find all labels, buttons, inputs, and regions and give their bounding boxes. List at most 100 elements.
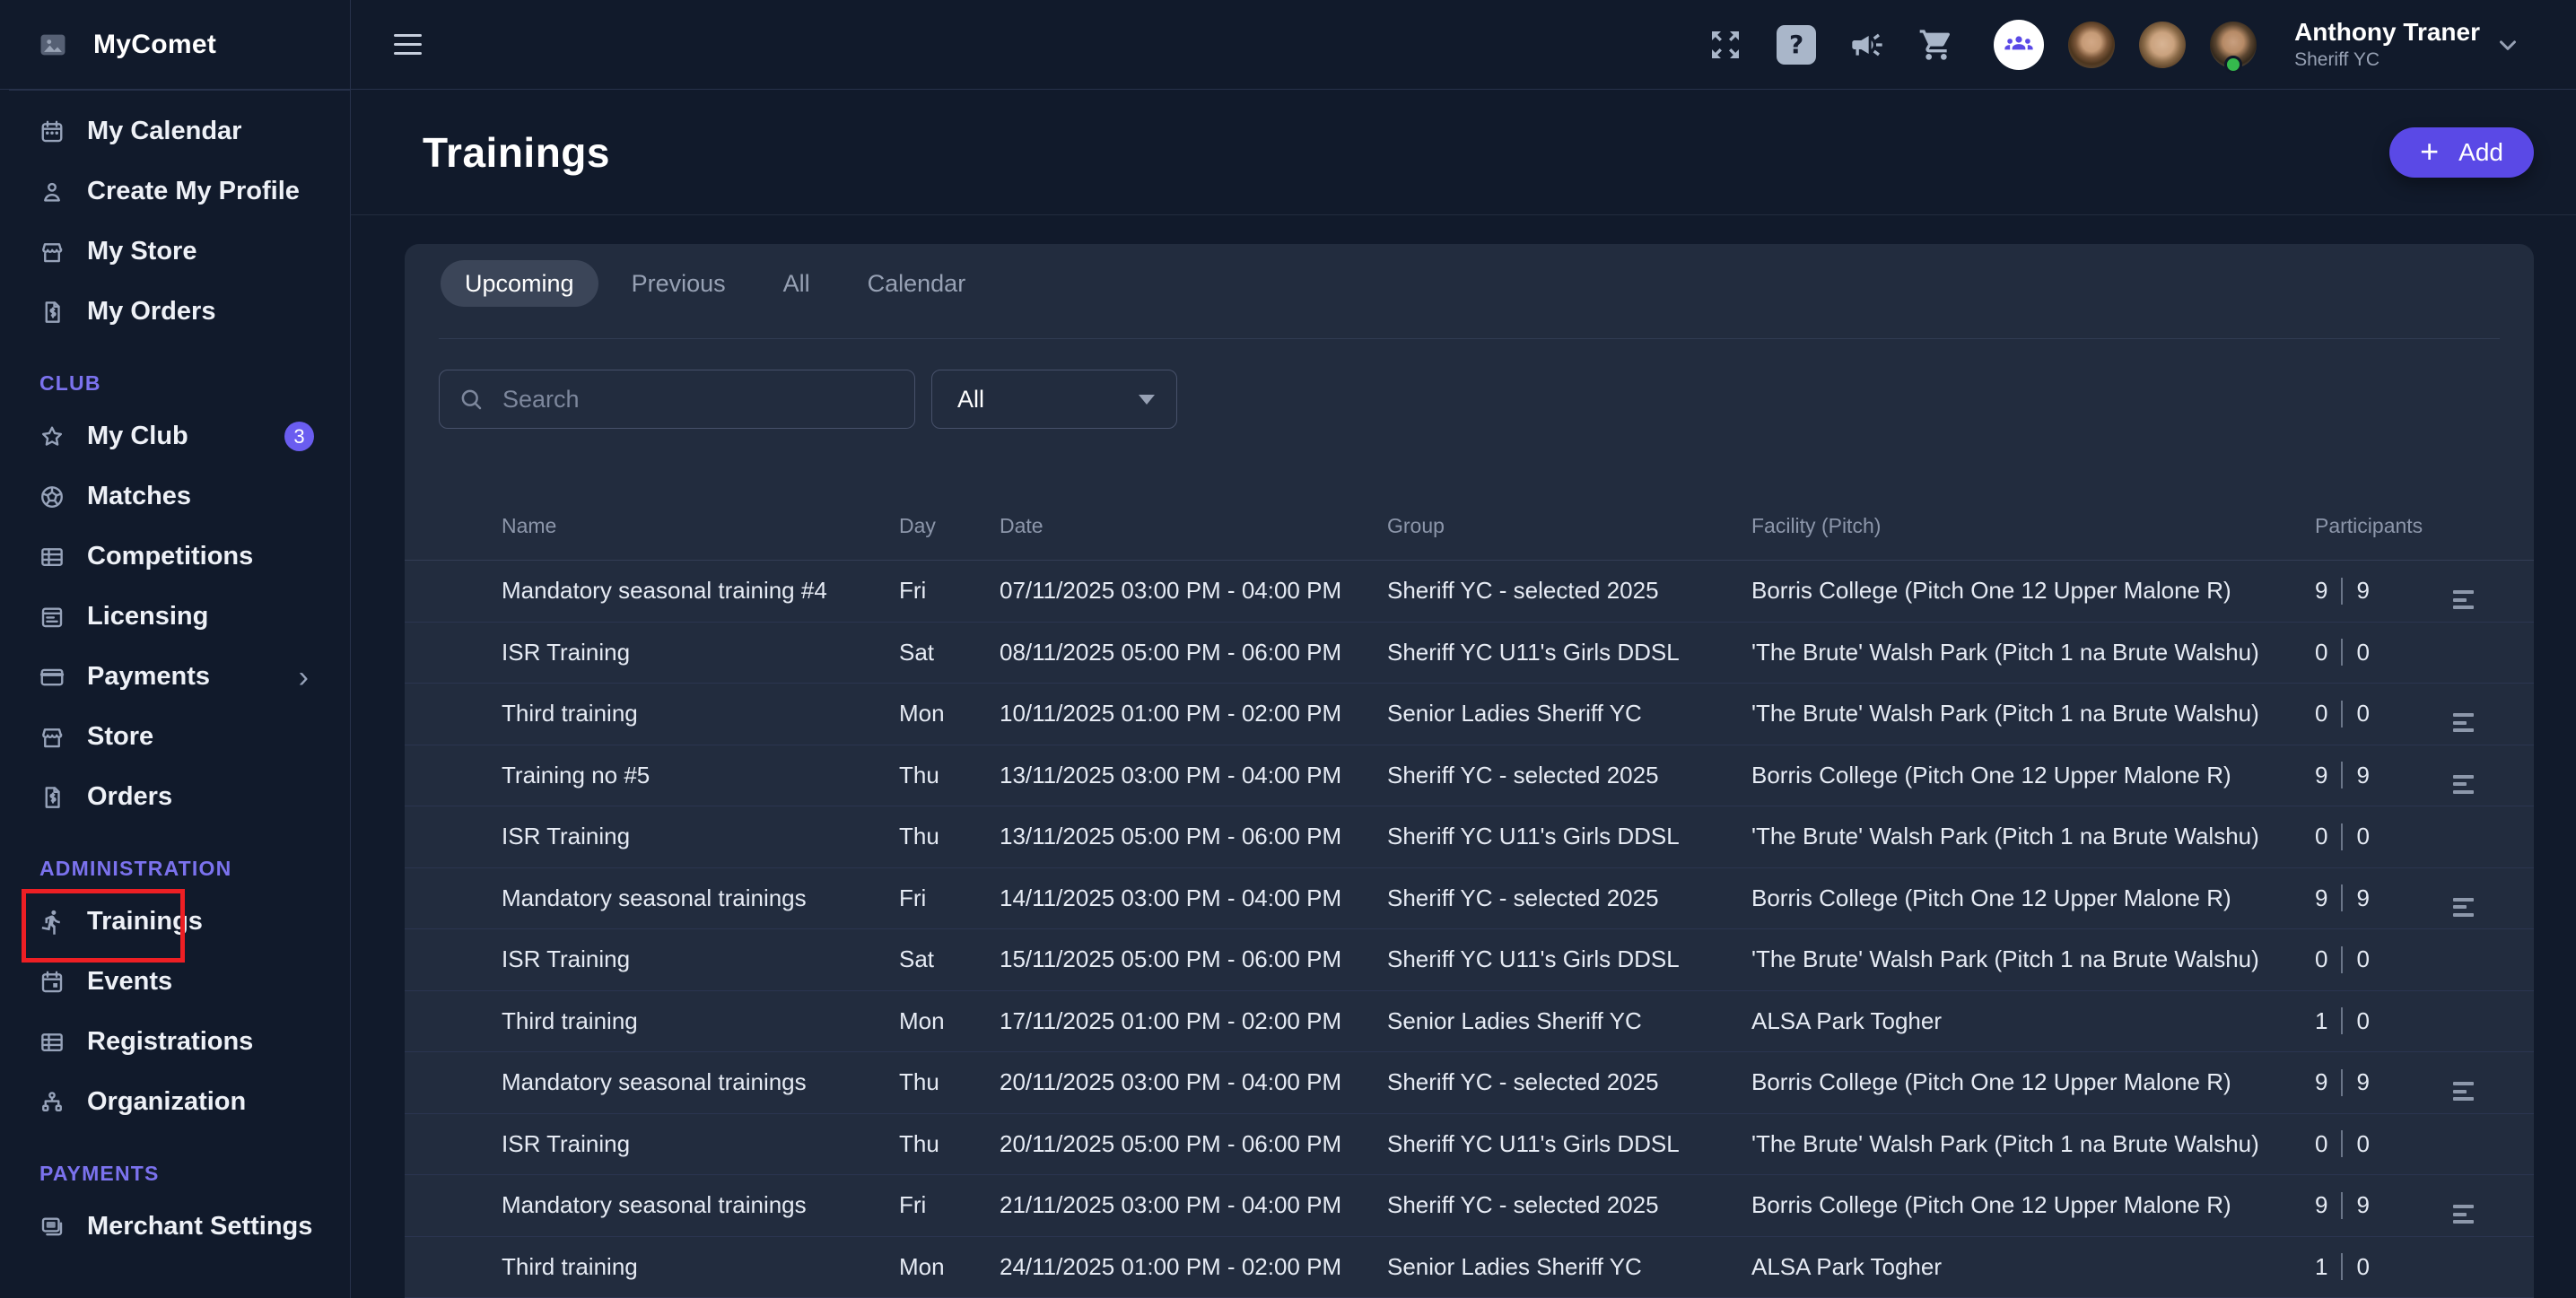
user-avatar-2[interactable]: [2139, 22, 2186, 68]
row-menu-icon[interactable]: [2453, 713, 2474, 732]
search-icon: [458, 386, 485, 413]
cell-day: Fri: [899, 577, 1000, 605]
cell-name: Training no #5: [502, 762, 899, 789]
cart-icon[interactable]: [1918, 27, 1954, 63]
user-menu[interactable]: Anthony Traner Sheriff YC: [2294, 18, 2521, 71]
cell-date: 17/11/2025 01:00 PM - 02:00 PM: [1000, 1007, 1387, 1035]
card-icon: [39, 664, 65, 691]
user-avatar-3[interactable]: [2210, 22, 2257, 68]
tab-calendar[interactable]: Calendar: [843, 260, 991, 307]
table-row[interactable]: Third training Mon 10/11/2025 01:00 PM -…: [405, 684, 2534, 745]
announcements-icon[interactable]: [1849, 27, 1885, 63]
page-header: Trainings + Add: [351, 90, 2576, 215]
column-header-name: Name: [502, 514, 899, 538]
receipt-icon: [39, 299, 65, 326]
sidebar: MyComet My Calendar › Create My Profile …: [0, 0, 351, 1298]
sidebar-item-competitions[interactable]: Competitions ›: [0, 527, 350, 587]
table-row[interactable]: Mandatory seasonal trainings Fri 21/11/2…: [405, 1175, 2534, 1237]
cell-facility: 'The Brute' Walsh Park (Pitch 1 na Brute…: [1751, 700, 2315, 727]
app-window: MyComet My Calendar › Create My Profile …: [0, 0, 2576, 1298]
sidebar-item-my-calendar[interactable]: My Calendar ›: [0, 101, 350, 161]
search-box: [439, 370, 915, 429]
sidebar-item-payments[interactable]: Payments ›: [0, 647, 350, 707]
sidebar-item-orders[interactable]: Orders ›: [0, 767, 350, 827]
tab-all[interactable]: All: [759, 260, 834, 307]
cell-facility: Borris College (Pitch One 12 Upper Malon…: [1751, 884, 2315, 912]
cell-date: 20/11/2025 05:00 PM - 06:00 PM: [1000, 1130, 1387, 1158]
type-filter-dropdown[interactable]: All: [931, 370, 1177, 429]
participants-separator: [2341, 884, 2343, 911]
sidebar-item-label: Trainings: [87, 907, 314, 936]
user-avatar-1[interactable]: [2068, 22, 2115, 68]
sidebar-item-label: Competitions: [87, 542, 314, 571]
fullscreen-icon[interactable]: [1707, 27, 1743, 63]
participants-separator: [2341, 1192, 2343, 1219]
table-row[interactable]: Training no #5 Thu 13/11/2025 03:00 PM -…: [405, 745, 2534, 807]
tab-previous[interactable]: Previous: [607, 260, 750, 307]
cell-day: Mon: [899, 700, 1000, 727]
sidebar-section-header-administration: ADMINISTRATION: [0, 849, 350, 888]
cell-date: 14/11/2025 03:00 PM - 04:00 PM: [1000, 884, 1387, 912]
star-icon: [39, 423, 65, 450]
cell-facility: 'The Brute' Walsh Park (Pitch 1 na Brute…: [1751, 823, 2315, 850]
sidebar-item-my-orders[interactable]: My Orders ›: [0, 282, 350, 342]
table-row[interactable]: Third training Mon 24/11/2025 01:00 PM -…: [405, 1237, 2534, 1298]
table-row[interactable]: Mandatory seasonal training #4 Fri 07/11…: [405, 561, 2534, 623]
table-row[interactable]: Mandatory seasonal trainings Fri 14/11/2…: [405, 868, 2534, 930]
column-header-participants: Participants: [2315, 514, 2441, 538]
search-input[interactable]: [501, 385, 896, 414]
tab-upcoming[interactable]: Upcoming: [441, 260, 598, 307]
table-row[interactable]: Mandatory seasonal trainings Thu 20/11/2…: [405, 1052, 2534, 1114]
table-row[interactable]: ISR Training Thu 20/11/2025 05:00 PM - 0…: [405, 1114, 2534, 1176]
cell-participants: 1 0: [2315, 1007, 2441, 1035]
cell-name: Third training: [502, 700, 899, 727]
cell-facility: ALSA Park Togher: [1751, 1007, 2315, 1035]
help-icon[interactable]: ?: [1777, 25, 1816, 65]
row-menu-icon[interactable]: [2453, 1205, 2474, 1224]
sidebar-item-label: Events: [87, 967, 314, 997]
participants-separator: [2341, 1130, 2343, 1157]
cell-group: Sheriff YC - selected 2025: [1387, 577, 1751, 605]
table-row[interactable]: ISR Training Sat 08/11/2025 05:00 PM - 0…: [405, 623, 2534, 684]
row-menu-icon[interactable]: [2453, 1082, 2474, 1101]
cell-participants: 0 0: [2315, 700, 2441, 727]
table-row[interactable]: ISR Training Sat 15/11/2025 05:00 PM - 0…: [405, 929, 2534, 991]
sidebar-item-organization[interactable]: Organization ›: [0, 1072, 350, 1132]
add-button-label: Add: [2458, 138, 2503, 167]
cell-date: 13/11/2025 03:00 PM - 04:00 PM: [1000, 762, 1387, 789]
sidebar-item-registrations[interactable]: Registrations ›: [0, 1012, 350, 1072]
row-menu-icon[interactable]: [2453, 590, 2474, 609]
store-icon: [39, 239, 65, 266]
cell-name: ISR Training: [502, 823, 899, 850]
row-menu-icon[interactable]: [2453, 898, 2474, 917]
table-row[interactable]: ISR Training Thu 13/11/2025 05:00 PM - 0…: [405, 806, 2534, 868]
cell-day: Mon: [899, 1007, 1000, 1035]
cell-group: Senior Ladies Sheriff YC: [1387, 1007, 1751, 1035]
sidebar-item-label: Registrations: [87, 1027, 314, 1057]
online-status-dot: [2224, 56, 2242, 74]
cell-facility: 'The Brute' Walsh Park (Pitch 1 na Brute…: [1751, 639, 2315, 666]
menu-toggle-button[interactable]: [394, 28, 423, 61]
sidebar-item-my-store[interactable]: My Store ›: [0, 222, 350, 282]
sidebar-item-matches[interactable]: Matches ›: [0, 466, 350, 527]
add-button[interactable]: + Add: [2389, 127, 2534, 178]
group-avatar[interactable]: [1994, 20, 2044, 70]
sidebar-item-store[interactable]: Store ›: [0, 707, 350, 767]
logo-row[interactable]: MyComet: [0, 0, 350, 90]
sidebar-item-my-club[interactable]: My Club 3 ›: [0, 406, 350, 466]
row-menu-icon[interactable]: [2453, 775, 2474, 794]
sidebar-item-merchant-settings[interactable]: Merchant Settings ›: [0, 1197, 350, 1257]
sidebar-item-create-my-profile[interactable]: Create My Profile ›: [0, 161, 350, 222]
cell-group: Sheriff YC - selected 2025: [1387, 762, 1751, 789]
tabs: UpcomingPreviousAllCalendar: [405, 244, 2534, 307]
sidebar-item-events[interactable]: Events ›: [0, 952, 350, 1012]
cell-date: 13/11/2025 05:00 PM - 06:00 PM: [1000, 823, 1387, 850]
sidebar-item-label: Store: [87, 722, 314, 752]
sidebar-item-trainings[interactable]: Trainings ›: [0, 892, 350, 952]
cell-facility: ALSA Park Togher: [1751, 1253, 2315, 1281]
cell-facility: Borris College (Pitch One 12 Upper Malon…: [1751, 762, 2315, 789]
table-row[interactable]: Third training Mon 17/11/2025 01:00 PM -…: [405, 991, 2534, 1053]
cell-group: Sheriff YC - selected 2025: [1387, 1191, 1751, 1219]
image-logo-icon: [38, 30, 68, 60]
sidebar-item-licensing[interactable]: Licensing ›: [0, 587, 350, 647]
